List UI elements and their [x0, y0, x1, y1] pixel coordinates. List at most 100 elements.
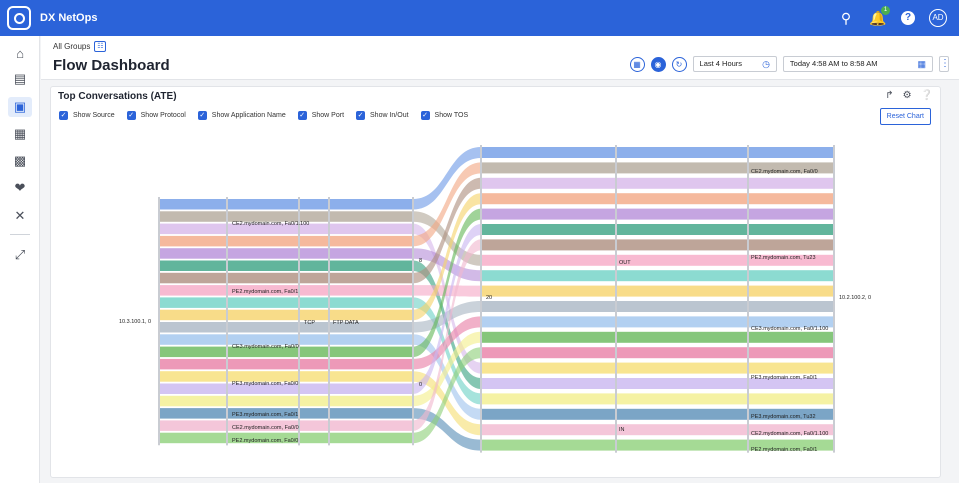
flow-band[interactable]: [159, 260, 227, 272]
health-icon[interactable]: ❤: [0, 177, 40, 199]
flow-band[interactable]: [616, 347, 748, 359]
flow-band[interactable]: [329, 223, 413, 235]
flow-band[interactable]: [481, 362, 616, 374]
flow-band[interactable]: [616, 285, 748, 297]
flow-band[interactable]: [159, 211, 227, 222]
view-toggle-button[interactable]: ▦: [629, 56, 645, 72]
expand-icon[interactable]: ⤢: [0, 244, 40, 266]
flow-band[interactable]: [481, 316, 616, 328]
refresh-button[interactable]: ↻: [671, 56, 687, 72]
flow-band[interactable]: [159, 346, 227, 358]
app-logo-icon[interactable]: [0, 0, 38, 36]
flow-band[interactable]: [481, 177, 616, 189]
flow-band[interactable]: [227, 309, 299, 321]
flow-band[interactable]: [299, 432, 329, 444]
flow-band[interactable]: [481, 147, 616, 158]
flow-band[interactable]: [299, 395, 329, 407]
flow-band[interactable]: [329, 199, 413, 210]
flow-band[interactable]: [616, 208, 748, 220]
visibility-button[interactable]: ◉: [650, 56, 666, 72]
flow-band[interactable]: [299, 272, 329, 284]
flow-band[interactable]: [329, 358, 413, 370]
group-tree-icon[interactable]: ☷: [94, 41, 107, 52]
breadcrumb-all-groups[interactable]: All Groups: [53, 42, 90, 51]
flow-band[interactable]: [159, 395, 227, 407]
flow-band[interactable]: [329, 420, 413, 431]
flow-band[interactable]: [616, 193, 748, 205]
flow-band[interactable]: [227, 358, 299, 370]
flow-band[interactable]: [748, 208, 834, 220]
flow-band[interactable]: [748, 239, 834, 251]
flow-band[interactable]: [329, 297, 413, 308]
inventory-icon[interactable]: ▤: [0, 68, 40, 90]
flow-band[interactable]: [227, 248, 299, 259]
flow-band[interactable]: [616, 378, 748, 389]
flow-band[interactable]: [159, 285, 227, 296]
flow-band[interactable]: [159, 383, 227, 395]
flow-band[interactable]: [481, 239, 616, 251]
flow-band[interactable]: [159, 322, 227, 333]
flow-band[interactable]: [329, 211, 413, 222]
flow-band[interactable]: [329, 260, 413, 272]
flow-band[interactable]: [299, 309, 329, 321]
flow-band[interactable]: [329, 395, 413, 407]
flow-band[interactable]: [616, 408, 748, 420]
flow-band[interactable]: [748, 362, 834, 374]
flow-band[interactable]: [616, 224, 748, 235]
flow-band[interactable]: [227, 260, 299, 272]
flow-band[interactable]: [299, 297, 329, 308]
flow-band[interactable]: [748, 331, 834, 343]
flow-band[interactable]: [159, 371, 227, 382]
flow-band[interactable]: [481, 285, 616, 297]
flow-band[interactable]: [616, 239, 748, 251]
flow-band[interactable]: [159, 334, 227, 345]
flow-band[interactable]: [748, 347, 834, 359]
flow-band[interactable]: [299, 371, 329, 382]
flow-band[interactable]: [299, 285, 329, 296]
flow-band[interactable]: [481, 301, 616, 312]
flow-band[interactable]: [481, 254, 616, 266]
flow-band[interactable]: [329, 408, 413, 419]
flow-band[interactable]: [329, 235, 413, 247]
flow-band[interactable]: [329, 285, 413, 296]
flow-band[interactable]: [227, 297, 299, 308]
flow-band[interactable]: [159, 248, 227, 259]
flow-band[interactable]: [616, 424, 748, 436]
flow-band[interactable]: [616, 331, 748, 343]
flow-band[interactable]: [299, 346, 329, 358]
flow-band[interactable]: [481, 424, 616, 436]
flow-band[interactable]: [159, 235, 227, 247]
flow-band[interactable]: [299, 408, 329, 419]
flow-band[interactable]: [616, 301, 748, 312]
flow-band[interactable]: [299, 334, 329, 345]
flow-band[interactable]: [227, 235, 299, 247]
flow-band[interactable]: [481, 408, 616, 420]
flow-band[interactable]: [299, 248, 329, 259]
date-range-field[interactable]: Today 4:58 AM to 8:58 AM ▦: [782, 56, 933, 72]
flow-band[interactable]: [481, 224, 616, 235]
flow-band[interactable]: [227, 395, 299, 407]
time-range-select[interactable]: Last 4 Hours ◷: [692, 56, 777, 72]
flow-band[interactable]: [159, 297, 227, 308]
flow-band[interactable]: [616, 254, 748, 266]
flow-band[interactable]: [329, 371, 413, 382]
flow-band[interactable]: [616, 177, 748, 189]
flow-band[interactable]: [159, 408, 227, 419]
reports-icon[interactable]: ▦: [0, 123, 40, 145]
flow-band[interactable]: [748, 224, 834, 235]
flow-band[interactable]: [329, 334, 413, 345]
flow-band[interactable]: [481, 393, 616, 405]
flow-band[interactable]: [329, 432, 413, 444]
flow-band[interactable]: [159, 199, 227, 210]
flow-band[interactable]: [748, 177, 834, 189]
flow-band[interactable]: [748, 301, 834, 312]
flow-band[interactable]: [481, 331, 616, 343]
flow-band[interactable]: [299, 383, 329, 395]
flow-band[interactable]: [299, 260, 329, 272]
flow-band[interactable]: [329, 248, 413, 259]
flow-band[interactable]: [748, 285, 834, 297]
flow-band[interactable]: [299, 235, 329, 247]
flow-band[interactable]: [481, 208, 616, 220]
flow-band[interactable]: [227, 272, 299, 284]
flow-band[interactable]: [481, 270, 616, 282]
